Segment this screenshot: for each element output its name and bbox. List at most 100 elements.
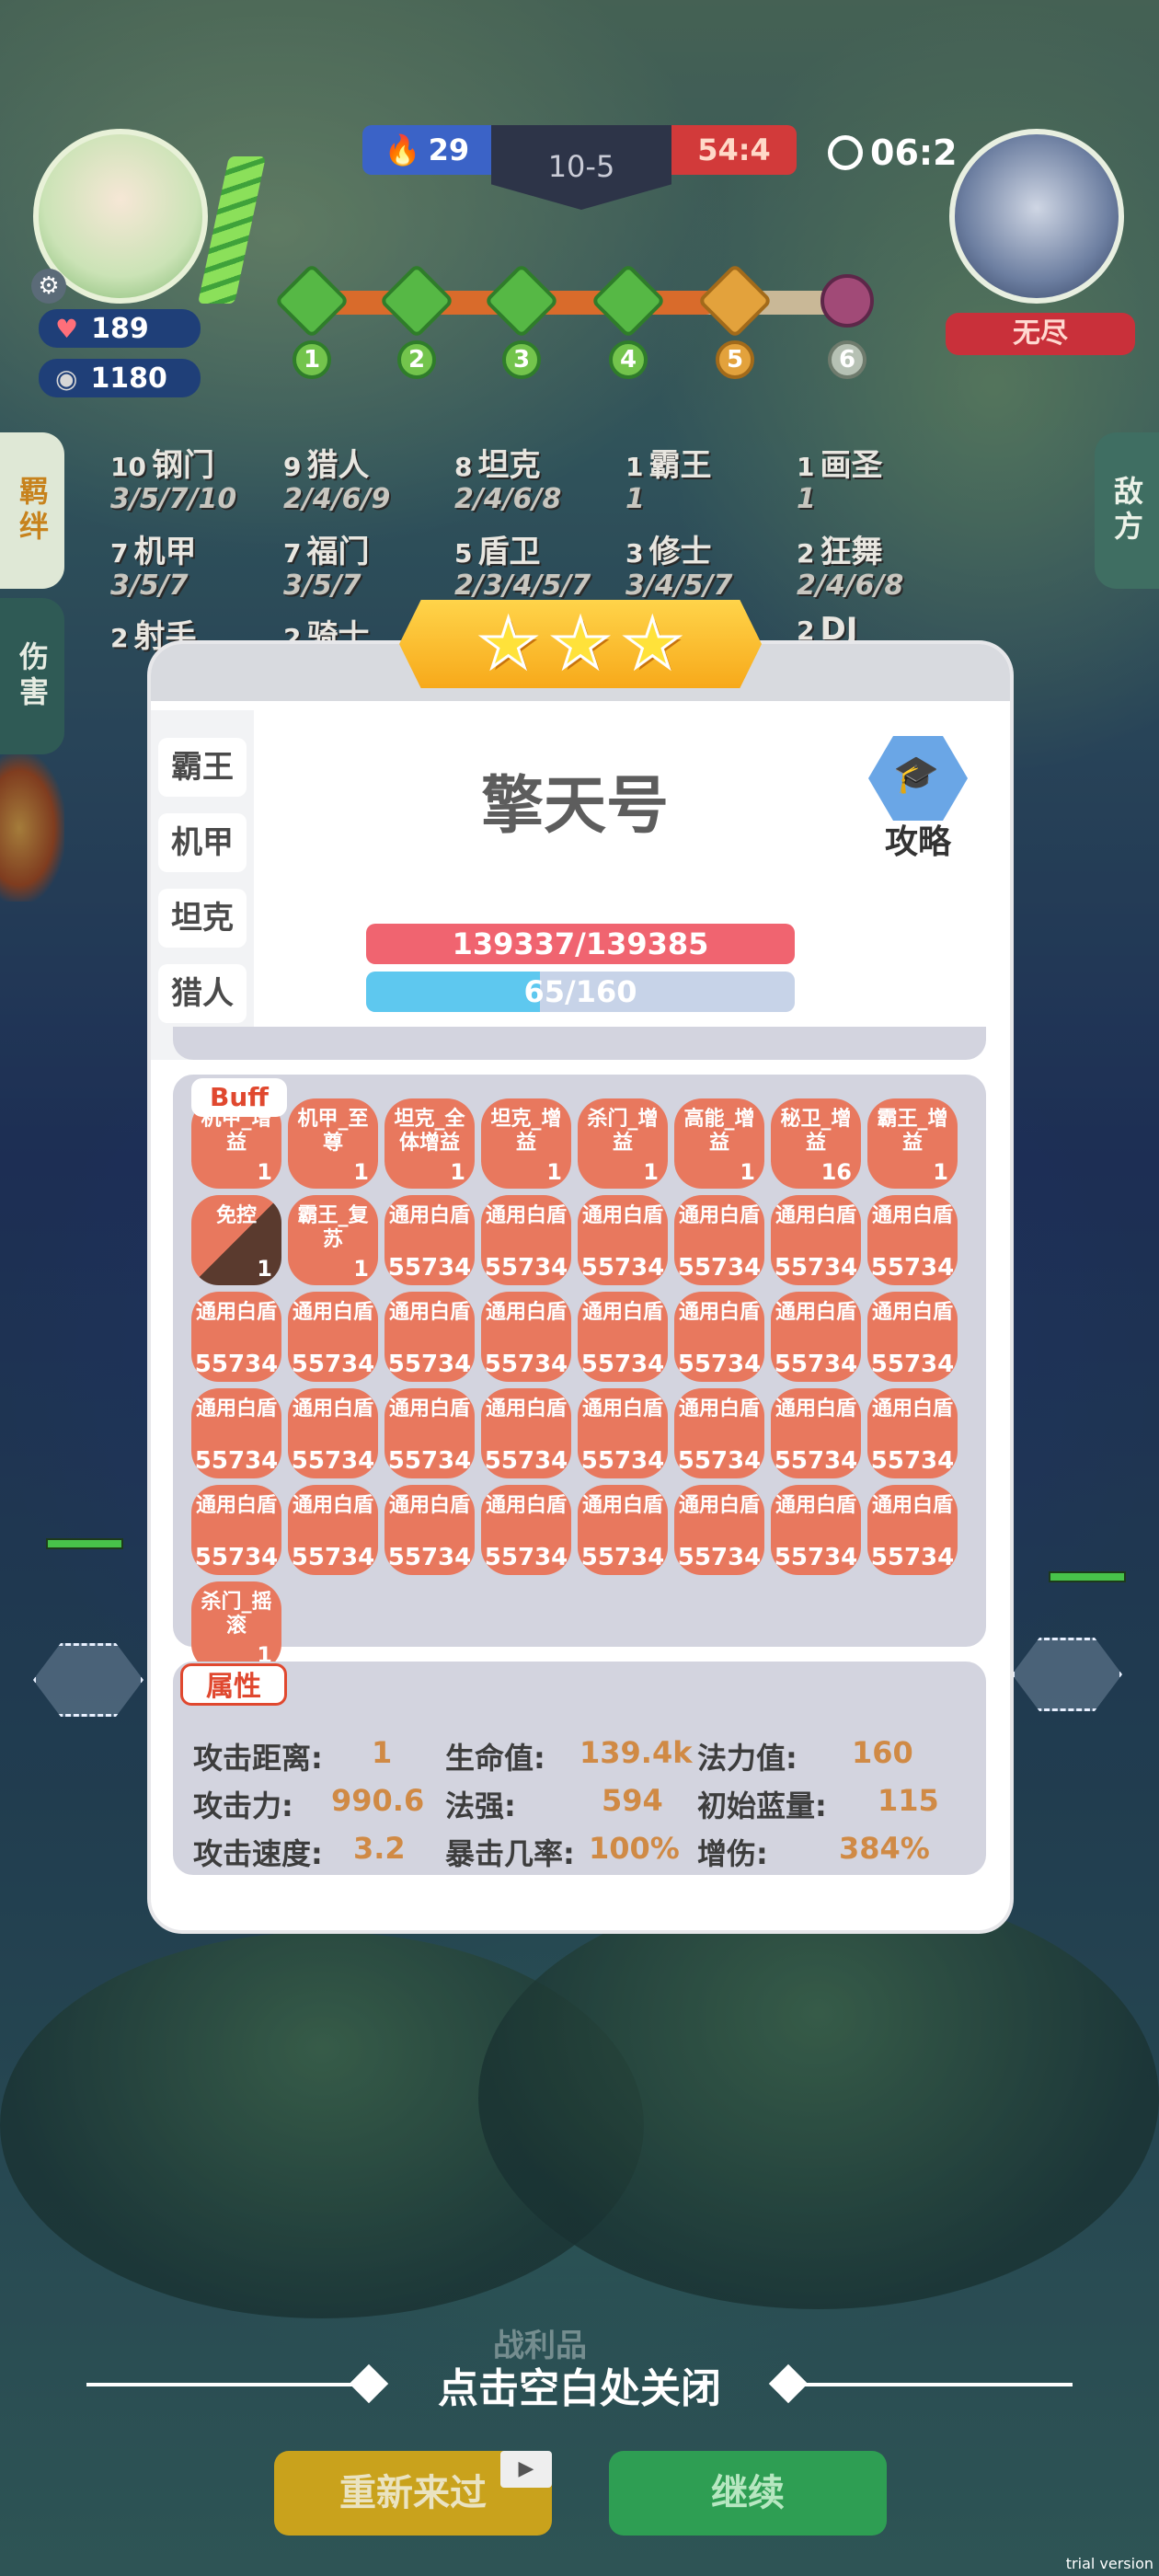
trait-item[interactable]: 5 盾卫 2/3/4/5/7 <box>454 526 591 602</box>
buff-chip[interactable]: 通用白盾 55734 <box>867 1195 958 1285</box>
buff-chip[interactable]: 通用白盾 55734 <box>481 1195 571 1285</box>
buff-chip[interactable]: 高能_增益 1 <box>674 1098 764 1189</box>
buff-chip[interactable]: 通用白盾 55734 <box>578 1388 668 1478</box>
blue-score: 🔥 29 <box>362 125 491 175</box>
buff-chip[interactable]: 通用白盾 55734 <box>771 1292 861 1382</box>
unit-mana-bar: 65/160 <box>366 972 795 1012</box>
flame-icon: 🔥 <box>384 132 421 167</box>
buff-stack: 55734 <box>870 1544 955 1571</box>
player-hp-value: 189 <box>91 312 149 345</box>
buff-stack: 55734 <box>677 1254 762 1282</box>
buff-name: 通用白盾 <box>678 1494 760 1517</box>
attribute-value: 1 <box>372 1735 393 1770</box>
buff-stack: 55734 <box>580 1544 665 1571</box>
buff-chip[interactable]: 机甲_至尊 1 <box>288 1098 378 1189</box>
heart-icon: ♥ <box>55 313 79 344</box>
attribute-label: 暴击几率: <box>445 1836 575 1871</box>
buff-chip[interactable]: 通用白盾 55734 <box>771 1485 861 1575</box>
attribute-label: 攻击力: <box>193 1788 293 1823</box>
buff-chip[interactable]: 通用白盾 55734 <box>867 1485 958 1575</box>
buff-chip[interactable]: 秘卫_增益 16 <box>771 1098 861 1189</box>
buff-chip[interactable]: 通用白盾 55734 <box>191 1485 281 1575</box>
buff-name: 通用白盾 <box>388 1494 470 1517</box>
buff-name: 通用白盾 <box>485 1204 567 1227</box>
trait-name: 福门 <box>306 534 370 570</box>
watermark: trial version <box>1065 2555 1153 2572</box>
buff-chip[interactable]: 通用白盾 55734 <box>384 1388 475 1478</box>
trait-count: 7 <box>110 538 129 569</box>
buff-stack: 1 <box>257 1256 272 1282</box>
buff-chip[interactable]: 通用白盾 55734 <box>191 1388 281 1478</box>
buff-name: 通用白盾 <box>581 1397 663 1420</box>
buff-name: 通用白盾 <box>871 1204 953 1227</box>
trait-item[interactable]: 1 画圣 1 <box>797 440 882 515</box>
trait-levels: 3/5/7 <box>110 569 189 602</box>
buff-chip[interactable]: 通用白盾 55734 <box>481 1292 571 1382</box>
buff-name: 通用白盾 <box>195 1494 277 1517</box>
buff-chip[interactable]: 霸王_增益 1 <box>867 1098 958 1189</box>
buff-name: 通用白盾 <box>775 1301 856 1324</box>
trait-item[interactable]: 2 DJ <box>797 611 857 648</box>
buff-chip[interactable]: 通用白盾 55734 <box>191 1292 281 1382</box>
attribute-value: 160 <box>852 1735 913 1770</box>
buff-chip[interactable]: 通用白盾 55734 <box>384 1292 475 1382</box>
tab-synergy[interactable]: 羁绊 <box>0 432 64 589</box>
buff-chip[interactable]: 杀门_摇滚 1 <box>191 1581 281 1672</box>
buff-chip[interactable]: 霸王_复苏 1 <box>288 1195 378 1285</box>
buff-name: 通用白盾 <box>871 1494 953 1517</box>
buff-chip[interactable]: 通用白盾 55734 <box>674 1388 764 1478</box>
trait-item[interactable]: 2 狂舞 2/4/6/8 <box>797 526 903 602</box>
buff-chip[interactable]: 坦克_全体增益 1 <box>384 1098 475 1189</box>
tab-damage[interactable]: 伤害 <box>0 598 64 754</box>
close-hint[interactable]: 点击空白处关闭 <box>350 2355 809 2414</box>
buff-chip[interactable]: 通用白盾 55734 <box>578 1195 668 1285</box>
buff-chip[interactable]: 通用白盾 55734 <box>674 1292 764 1382</box>
buff-chip[interactable]: 通用白盾 55734 <box>578 1485 668 1575</box>
buff-chip[interactable]: 通用白盾 55734 <box>867 1292 958 1382</box>
trait-item[interactable]: 8 坦克 2/4/6/8 <box>454 440 561 515</box>
buff-chip[interactable]: 通用白盾 55734 <box>771 1195 861 1285</box>
buff-chip[interactable]: 杀门_增益 1 <box>578 1098 668 1189</box>
continue-button[interactable]: 继续 <box>609 2451 887 2536</box>
buff-stack: 55734 <box>870 1447 955 1475</box>
strategy-button[interactable]: 🎓 攻略 <box>861 736 975 861</box>
trait-levels: 1 <box>797 483 816 515</box>
trait-item[interactable]: 1 霸王 1 <box>625 440 711 515</box>
trait-item[interactable]: 3 修士 3/4/5/7 <box>625 526 732 602</box>
unit-trait-tab[interactable]: 坦克 <box>158 889 247 948</box>
buff-chip[interactable]: 坦克_增益 1 <box>481 1098 571 1189</box>
buff-chip[interactable]: 通用白盾 55734 <box>674 1195 764 1285</box>
buff-chip[interactable]: 通用白盾 55734 <box>288 1485 378 1575</box>
buff-chip[interactable]: 通用白盾 55734 <box>771 1388 861 1478</box>
buff-stack: 55734 <box>580 1447 665 1475</box>
buff-chip[interactable]: 通用白盾 55734 <box>384 1485 475 1575</box>
unit-trait-tab[interactable]: 猎人 <box>158 964 247 1023</box>
attribute-value: 100% <box>589 1831 680 1866</box>
unit-trait-tab[interactable]: 霸王 <box>158 738 247 797</box>
buff-chip[interactable]: 通用白盾 55734 <box>288 1388 378 1478</box>
tab-enemy[interactable]: 敌方 <box>1095 432 1159 589</box>
buff-chip[interactable]: 通用白盾 55734 <box>674 1485 764 1575</box>
enemy-avatar[interactable] <box>949 129 1124 304</box>
buff-chip[interactable]: 通用白盾 55734 <box>578 1292 668 1382</box>
buff-chip[interactable]: 通用白盾 55734 <box>384 1195 475 1285</box>
trait-item[interactable]: 7 福门 3/5/7 <box>283 526 369 602</box>
gear-icon[interactable]: ⚙ <box>31 269 66 304</box>
buff-chip[interactable]: 免控 1 <box>191 1195 281 1285</box>
buff-chip[interactable]: 通用白盾 55734 <box>288 1292 378 1382</box>
buff-stack: 1 <box>353 1256 369 1282</box>
buff-chip[interactable]: 通用白盾 55734 <box>481 1388 571 1478</box>
strategy-label: 攻略 <box>884 823 951 861</box>
trait-count: 8 <box>454 452 473 482</box>
buff-chip[interactable]: 通用白盾 55734 <box>867 1388 958 1478</box>
trait-item[interactable]: 10 钢门 3/5/7/10 <box>110 440 236 515</box>
unit-trait-tab[interactable]: 机甲 <box>158 813 247 872</box>
trait-item[interactable]: 7 机甲 3/5/7 <box>110 526 196 602</box>
trait-item[interactable]: 9 猎人 2/4/6/9 <box>283 440 390 515</box>
buff-stack: 16 <box>820 1159 852 1185</box>
buff-stack: 55734 <box>291 1351 375 1378</box>
buff-chip[interactable]: 通用白盾 55734 <box>481 1485 571 1575</box>
player-hp-pill: ♥ 189 <box>39 309 201 348</box>
buff-stack: 55734 <box>484 1447 568 1475</box>
attribute-title: 属性 <box>180 1663 287 1706</box>
